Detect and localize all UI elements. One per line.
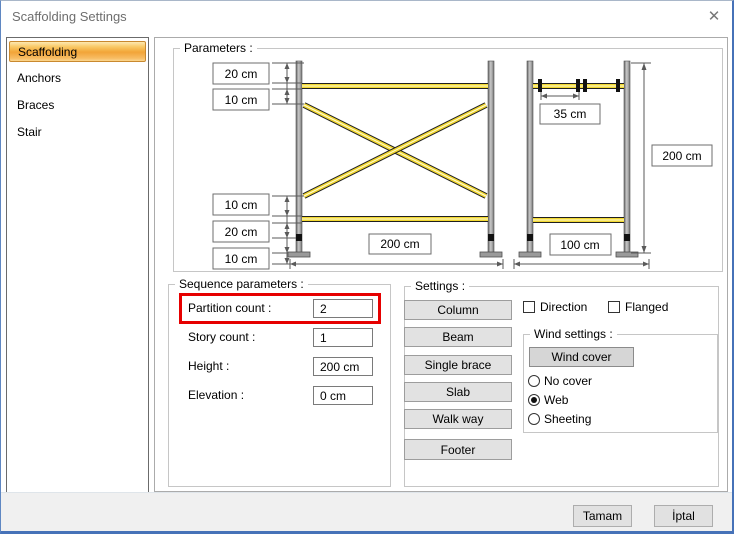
front-dim-labels: 20 cm 10 cm 10 cm 20 cm 10 cm 200 cm — [212, 62, 432, 270]
sheeting-radio[interactable] — [528, 413, 540, 425]
side-left-post — [526, 60, 534, 254]
partition-count-highlight — [179, 293, 381, 324]
dim-label-top-20cm: 20 cm — [225, 67, 258, 81]
no-cover-radio[interactable] — [528, 375, 540, 387]
front-width-dimension — [289, 259, 504, 269]
window-title: Scaffolding Settings — [12, 9, 127, 24]
beam-button[interactable]: Beam — [404, 327, 512, 347]
flanged-checkbox[interactable] — [608, 301, 620, 313]
direction-checkbox-label: Direction — [540, 300, 588, 314]
footer-button[interactable]: Footer — [404, 439, 512, 460]
dim-label-bottom2-10cm: 10 cm — [225, 252, 258, 266]
story-count-input[interactable] — [313, 328, 373, 347]
side-width-dimension — [513, 259, 650, 269]
base-pad — [287, 251, 311, 258]
sidebar-item-anchors[interactable]: Anchors — [9, 68, 146, 89]
dim-label-spacing: 35 cm — [554, 107, 587, 121]
joint-mark — [624, 234, 630, 241]
sequence-group-label: Sequence parameters : — [175, 277, 308, 291]
no-cover-radio-label: No cover — [544, 374, 593, 388]
base-pad — [518, 251, 542, 258]
joint-mark — [296, 234, 302, 241]
walk-way-button[interactable]: Walk way — [404, 409, 512, 429]
cancel-button[interactable]: İptal — [654, 505, 713, 527]
front-right-post — [487, 60, 495, 254]
sidebar-item-stair[interactable]: Stair — [9, 122, 146, 143]
wind-cover-button[interactable]: Wind cover — [529, 347, 634, 367]
height-label: Height : — [188, 359, 230, 373]
sheeting-radio-label: Sheeting — [544, 412, 592, 426]
titlebar: Scaffolding Settings ✕ — [1, 1, 732, 33]
dim-label-side-width: 100 cm — [560, 238, 599, 252]
dim-label-front-width: 200 cm — [380, 237, 419, 251]
dim-label-bottom-20cm: 20 cm — [225, 225, 258, 239]
dim-label-side-height: 200 cm — [662, 149, 701, 163]
direction-checkbox[interactable] — [523, 301, 535, 313]
web-radio-label: Web — [544, 393, 569, 407]
joint-mark — [488, 234, 494, 241]
slab-button[interactable]: Slab — [404, 382, 512, 402]
side-right-post — [623, 60, 631, 254]
column-button[interactable]: Column — [404, 300, 512, 320]
sidebar-item-scaffolding[interactable]: Scaffolding — [9, 41, 146, 62]
joint-mark — [527, 234, 533, 241]
front-left-post — [295, 60, 303, 254]
elevation-label: Elevation : — [188, 388, 245, 402]
scaffolding-settings-dialog: Scaffolding Settings ✕ Scaffolding Ancho… — [0, 0, 734, 534]
story-count-label: Story count : — [188, 330, 256, 344]
dim-label-bottom-10cm: 10 cm — [225, 198, 258, 212]
height-input[interactable] — [313, 357, 373, 376]
scaffolding-diagram: 20 cm 10 cm 10 cm 20 cm 10 cm 200 cm 35 … — [212, 60, 713, 270]
flanged-checkbox-label: Flanged — [625, 300, 669, 314]
sidebar-item-braces[interactable]: Braces — [9, 95, 146, 116]
elevation-input[interactable] — [313, 386, 373, 405]
close-icon[interactable]: ✕ — [699, 5, 729, 29]
single-brace-button[interactable]: Single brace — [404, 355, 512, 375]
category-list: Scaffolding Anchors Braces Stair — [6, 37, 149, 498]
ok-button[interactable]: Tamam — [573, 505, 632, 527]
base-pad — [479, 251, 503, 258]
web-radio[interactable] — [528, 394, 540, 406]
dim-label-top-10cm: 10 cm — [225, 93, 258, 107]
wind-settings-group-label: Wind settings : — [530, 327, 617, 341]
cross-braces — [302, 102, 488, 199]
height-dimension — [631, 62, 651, 254]
settings-group-label: Settings : — [411, 279, 470, 293]
